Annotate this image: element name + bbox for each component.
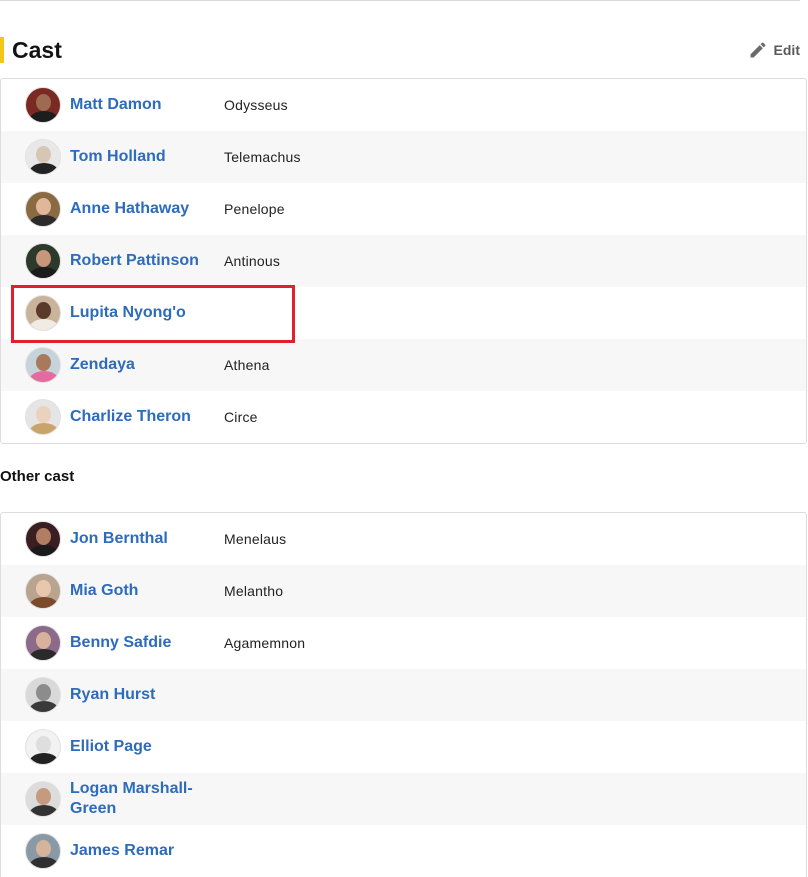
cast-row: Mia Goth Melantho — [1, 565, 806, 617]
character-name: Penelope — [224, 201, 285, 217]
avatar-head — [36, 840, 51, 857]
actor-name-link[interactable]: Ryan Hurst — [70, 685, 210, 705]
cast-row: James Remar — [1, 825, 806, 877]
cast-row: Anne Hathaway Penelope — [1, 183, 806, 235]
avatar-shoulders — [29, 267, 59, 278]
avatar-head — [36, 632, 51, 649]
actor-name-link[interactable]: James Remar — [70, 841, 210, 861]
other-cast-list: Jon Bernthal Menelaus Mia Goth Melantho Benn… — [0, 512, 807, 877]
character-name: Menelaus — [224, 531, 287, 547]
avatar-shoulders — [29, 163, 59, 174]
avatar-shoulders — [29, 319, 59, 330]
top-divider — [0, 0, 800, 1]
actor-name-link[interactable]: Benny Safdie — [70, 633, 210, 653]
avatar-shoulders — [29, 857, 59, 868]
actor-avatar[interactable] — [25, 399, 61, 435]
cast-section-header: Cast Edit — [0, 34, 808, 66]
avatar-shoulders — [29, 545, 59, 556]
section-accent-bar — [0, 37, 4, 63]
avatar-head — [36, 528, 51, 545]
avatar-shoulders — [29, 597, 59, 608]
cast-row: Tom Holland Telemachus — [1, 131, 806, 183]
avatar-head — [36, 788, 51, 805]
pencil-icon — [750, 42, 766, 58]
actor-avatar[interactable] — [25, 347, 61, 383]
actor-name-link[interactable]: Tom Holland — [70, 147, 210, 167]
actor-name-link[interactable]: Anne Hathaway — [70, 199, 210, 219]
avatar-shoulders — [29, 649, 59, 660]
avatar-shoulders — [29, 805, 59, 816]
cast-row: Jon Bernthal Menelaus — [1, 513, 806, 565]
actor-avatar[interactable] — [25, 243, 61, 279]
avatar-head — [36, 250, 51, 267]
avatar-shoulders — [29, 215, 59, 226]
character-name: Telemachus — [224, 149, 301, 165]
actor-avatar[interactable] — [25, 625, 61, 661]
actor-avatar[interactable] — [25, 521, 61, 557]
actor-avatar[interactable] — [25, 295, 61, 331]
avatar-head — [36, 146, 51, 163]
cast-row: Benny Safdie Agamemnon — [1, 617, 806, 669]
cast-row: Matt Damon Odysseus — [1, 79, 806, 131]
cast-row: Charlize Theron Circe — [1, 391, 806, 443]
avatar-head — [36, 684, 51, 701]
cast-row: Elliot Page — [1, 721, 806, 773]
actor-name-link[interactable]: Robert Pattinson — [70, 251, 210, 271]
avatar-head — [36, 94, 51, 111]
character-name: Melantho — [224, 583, 284, 599]
cast-row: Lupita Nyong'o — [1, 287, 806, 339]
edit-label: Edit — [773, 42, 800, 58]
avatar-shoulders — [29, 753, 59, 764]
avatar-shoulders — [29, 111, 59, 122]
actor-avatar[interactable] — [25, 87, 61, 123]
avatar-shoulders — [29, 423, 59, 434]
actor-name-link[interactable]: Matt Damon — [70, 95, 210, 115]
actor-avatar[interactable] — [25, 573, 61, 609]
actor-avatar[interactable] — [25, 139, 61, 175]
section-title: Cast — [12, 37, 62, 63]
avatar-head — [36, 580, 51, 597]
actor-name-link[interactable]: Jon Bernthal — [70, 529, 210, 549]
avatar-head — [36, 354, 51, 371]
actor-avatar[interactable] — [25, 191, 61, 227]
actor-avatar[interactable] — [25, 833, 61, 869]
edit-button[interactable]: Edit — [748, 38, 800, 62]
main-cast-list: Matt Damon Odysseus Tom Holland Telemachus A… — [0, 78, 807, 444]
actor-name-link[interactable]: Charlize Theron — [70, 407, 210, 427]
character-name: Circe — [224, 409, 258, 425]
avatar-shoulders — [29, 371, 59, 382]
actor-name-link[interactable]: Elliot Page — [70, 737, 210, 757]
actor-avatar[interactable] — [25, 781, 61, 817]
avatar-head — [36, 302, 51, 319]
cast-row: Zendaya Athena — [1, 339, 806, 391]
cast-row: Logan Marshall-Green — [1, 773, 806, 825]
cast-row: Robert Pattinson Antinous — [1, 235, 806, 287]
avatar-head — [36, 736, 51, 753]
actor-name-link[interactable]: Mia Goth — [70, 581, 210, 601]
character-name: Antinous — [224, 253, 281, 269]
actor-avatar[interactable] — [25, 677, 61, 713]
other-cast-heading: Other cast — [0, 468, 75, 485]
avatar-shoulders — [29, 701, 59, 712]
character-name: Odysseus — [224, 97, 288, 113]
cast-row: Ryan Hurst — [1, 669, 806, 721]
avatar-head — [36, 406, 51, 423]
avatar-head — [36, 198, 51, 215]
actor-name-link[interactable]: Logan Marshall-Green — [70, 779, 210, 819]
character-name: Agamemnon — [224, 635, 306, 651]
actor-name-link[interactable]: Zendaya — [70, 355, 210, 375]
actor-avatar[interactable] — [25, 729, 61, 765]
actor-name-link[interactable]: Lupita Nyong'o — [70, 303, 210, 323]
character-name: Athena — [224, 357, 270, 373]
